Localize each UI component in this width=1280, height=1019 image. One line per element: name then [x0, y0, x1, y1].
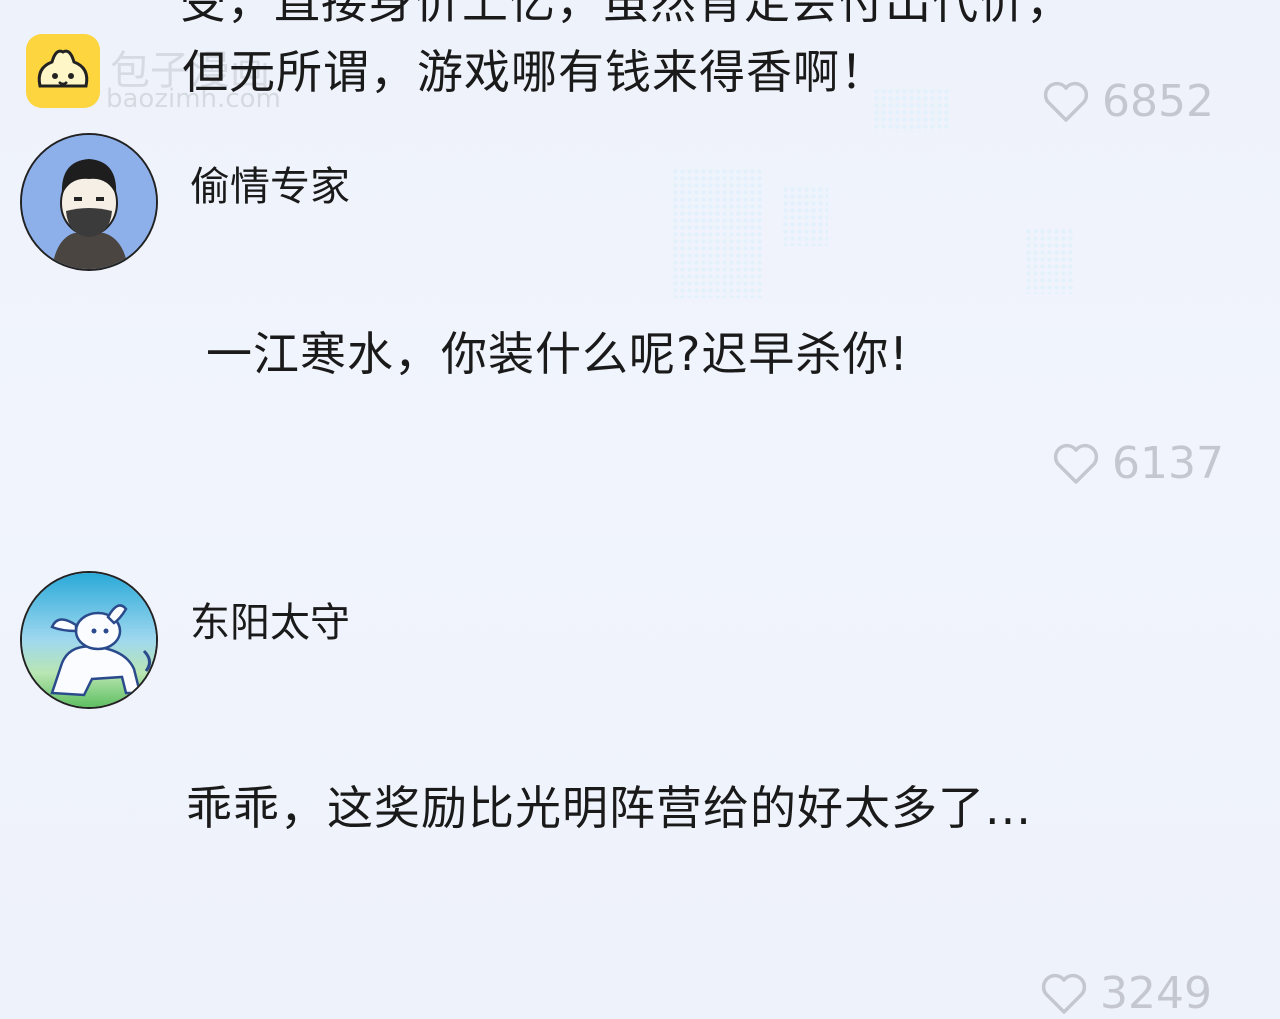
comment-text: 一江寒水，你装什么呢?迟早杀你! — [206, 327, 909, 381]
avatar[interactable] — [20, 571, 158, 709]
heart-icon — [1053, 443, 1099, 484]
watermark-logo-icon — [26, 34, 100, 108]
comment-text: 但无所谓，游戏哪有钱来得香啊！ — [182, 45, 887, 99]
username[interactable]: 东阳太守 — [190, 590, 350, 648]
like-button[interactable]: 6852 — [1042, 76, 1214, 127]
like-count: 6852 — [1102, 76, 1214, 127]
background-pattern — [782, 186, 828, 246]
avatar[interactable] — [20, 133, 158, 271]
like-count: 3249 — [1100, 968, 1212, 1019]
comment-text-partial: 受，直接身价上亿，虽然肯定会付出代价， — [180, 0, 1073, 29]
like-button[interactable]: 3249 — [1040, 968, 1212, 1019]
heart-icon — [1041, 973, 1087, 1014]
username[interactable]: 偷情专家 — [190, 154, 350, 212]
like-button[interactable]: 6137 — [1052, 438, 1224, 489]
like-count: 6137 — [1112, 438, 1224, 489]
comment-text: 乖乖，这奖励比光明阵营给的好太多了... — [186, 781, 1032, 835]
heart-icon — [1043, 81, 1089, 122]
background-pattern — [672, 168, 764, 298]
background-pattern — [1025, 228, 1075, 294]
